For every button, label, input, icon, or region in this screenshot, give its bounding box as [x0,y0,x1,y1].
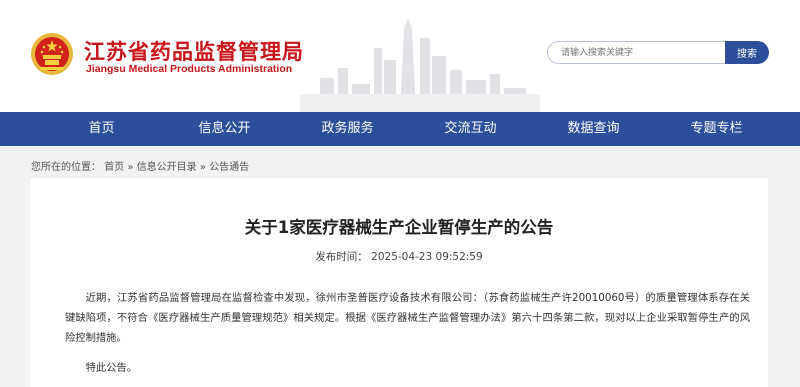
nav-item-interaction[interactable]: 交流互动 [409,112,532,146]
article-closing: 特此公告。 [85,362,138,374]
search-button[interactable]: 搜索 [725,41,769,64]
breadcrumb-home-link[interactable]: 首页 [104,162,124,173]
site-subtitle: Jiangsu Medical Products Administration [86,63,293,75]
article-body: 近期，江苏省药品监督管理局在监督检查中发现，徐州市圣普医疗设备技术有限公司：（苏… [65,292,750,344]
nav-item-data-query[interactable]: 数据查询 [532,112,655,146]
article-publish-time: 发布时间： 2025-04-23 09:52:59 [315,251,483,263]
search-input[interactable] [547,41,726,64]
nav-item-home[interactable]: 首页 [40,112,163,146]
main-nav: 首页 信息公开 政务服务 交流互动 数据查询 专题专栏 [0,112,800,146]
nav-item-gov-services[interactable]: 政务服务 [286,112,409,146]
national-emblem-icon [31,33,73,75]
breadcrumb-current-link[interactable]: 公告通告 [209,162,249,173]
nav-item-info-disclosure[interactable]: 信息公开 [163,112,286,146]
site-header: 江苏省药品监督管理局 Jiangsu Medical Products Admi… [0,0,800,112]
site-title: 江苏省药品监督管理局 [84,40,304,64]
nav-item-special-topics[interactable]: 专题专栏 [655,112,778,146]
breadcrumb-separator: » [199,162,206,173]
breadcrumb-prefix: 您所在的位置： [31,162,101,173]
article-panel: 关于1家医疗器械生产企业暂停生产的公告 发布时间： 2025-04-23 09:… [30,178,768,387]
breadcrumb-separator: » [127,162,134,173]
article-title: 关于1家医疗器械生产企业暂停生产的公告 [244,218,554,237]
breadcrumb-catalog-link[interactable]: 信息公开目录 [137,162,197,173]
breadcrumb: 您所在的位置： 首页 » 信息公开目录 » 公告通告 [31,158,249,173]
city-skyline-graphic [300,18,540,112]
